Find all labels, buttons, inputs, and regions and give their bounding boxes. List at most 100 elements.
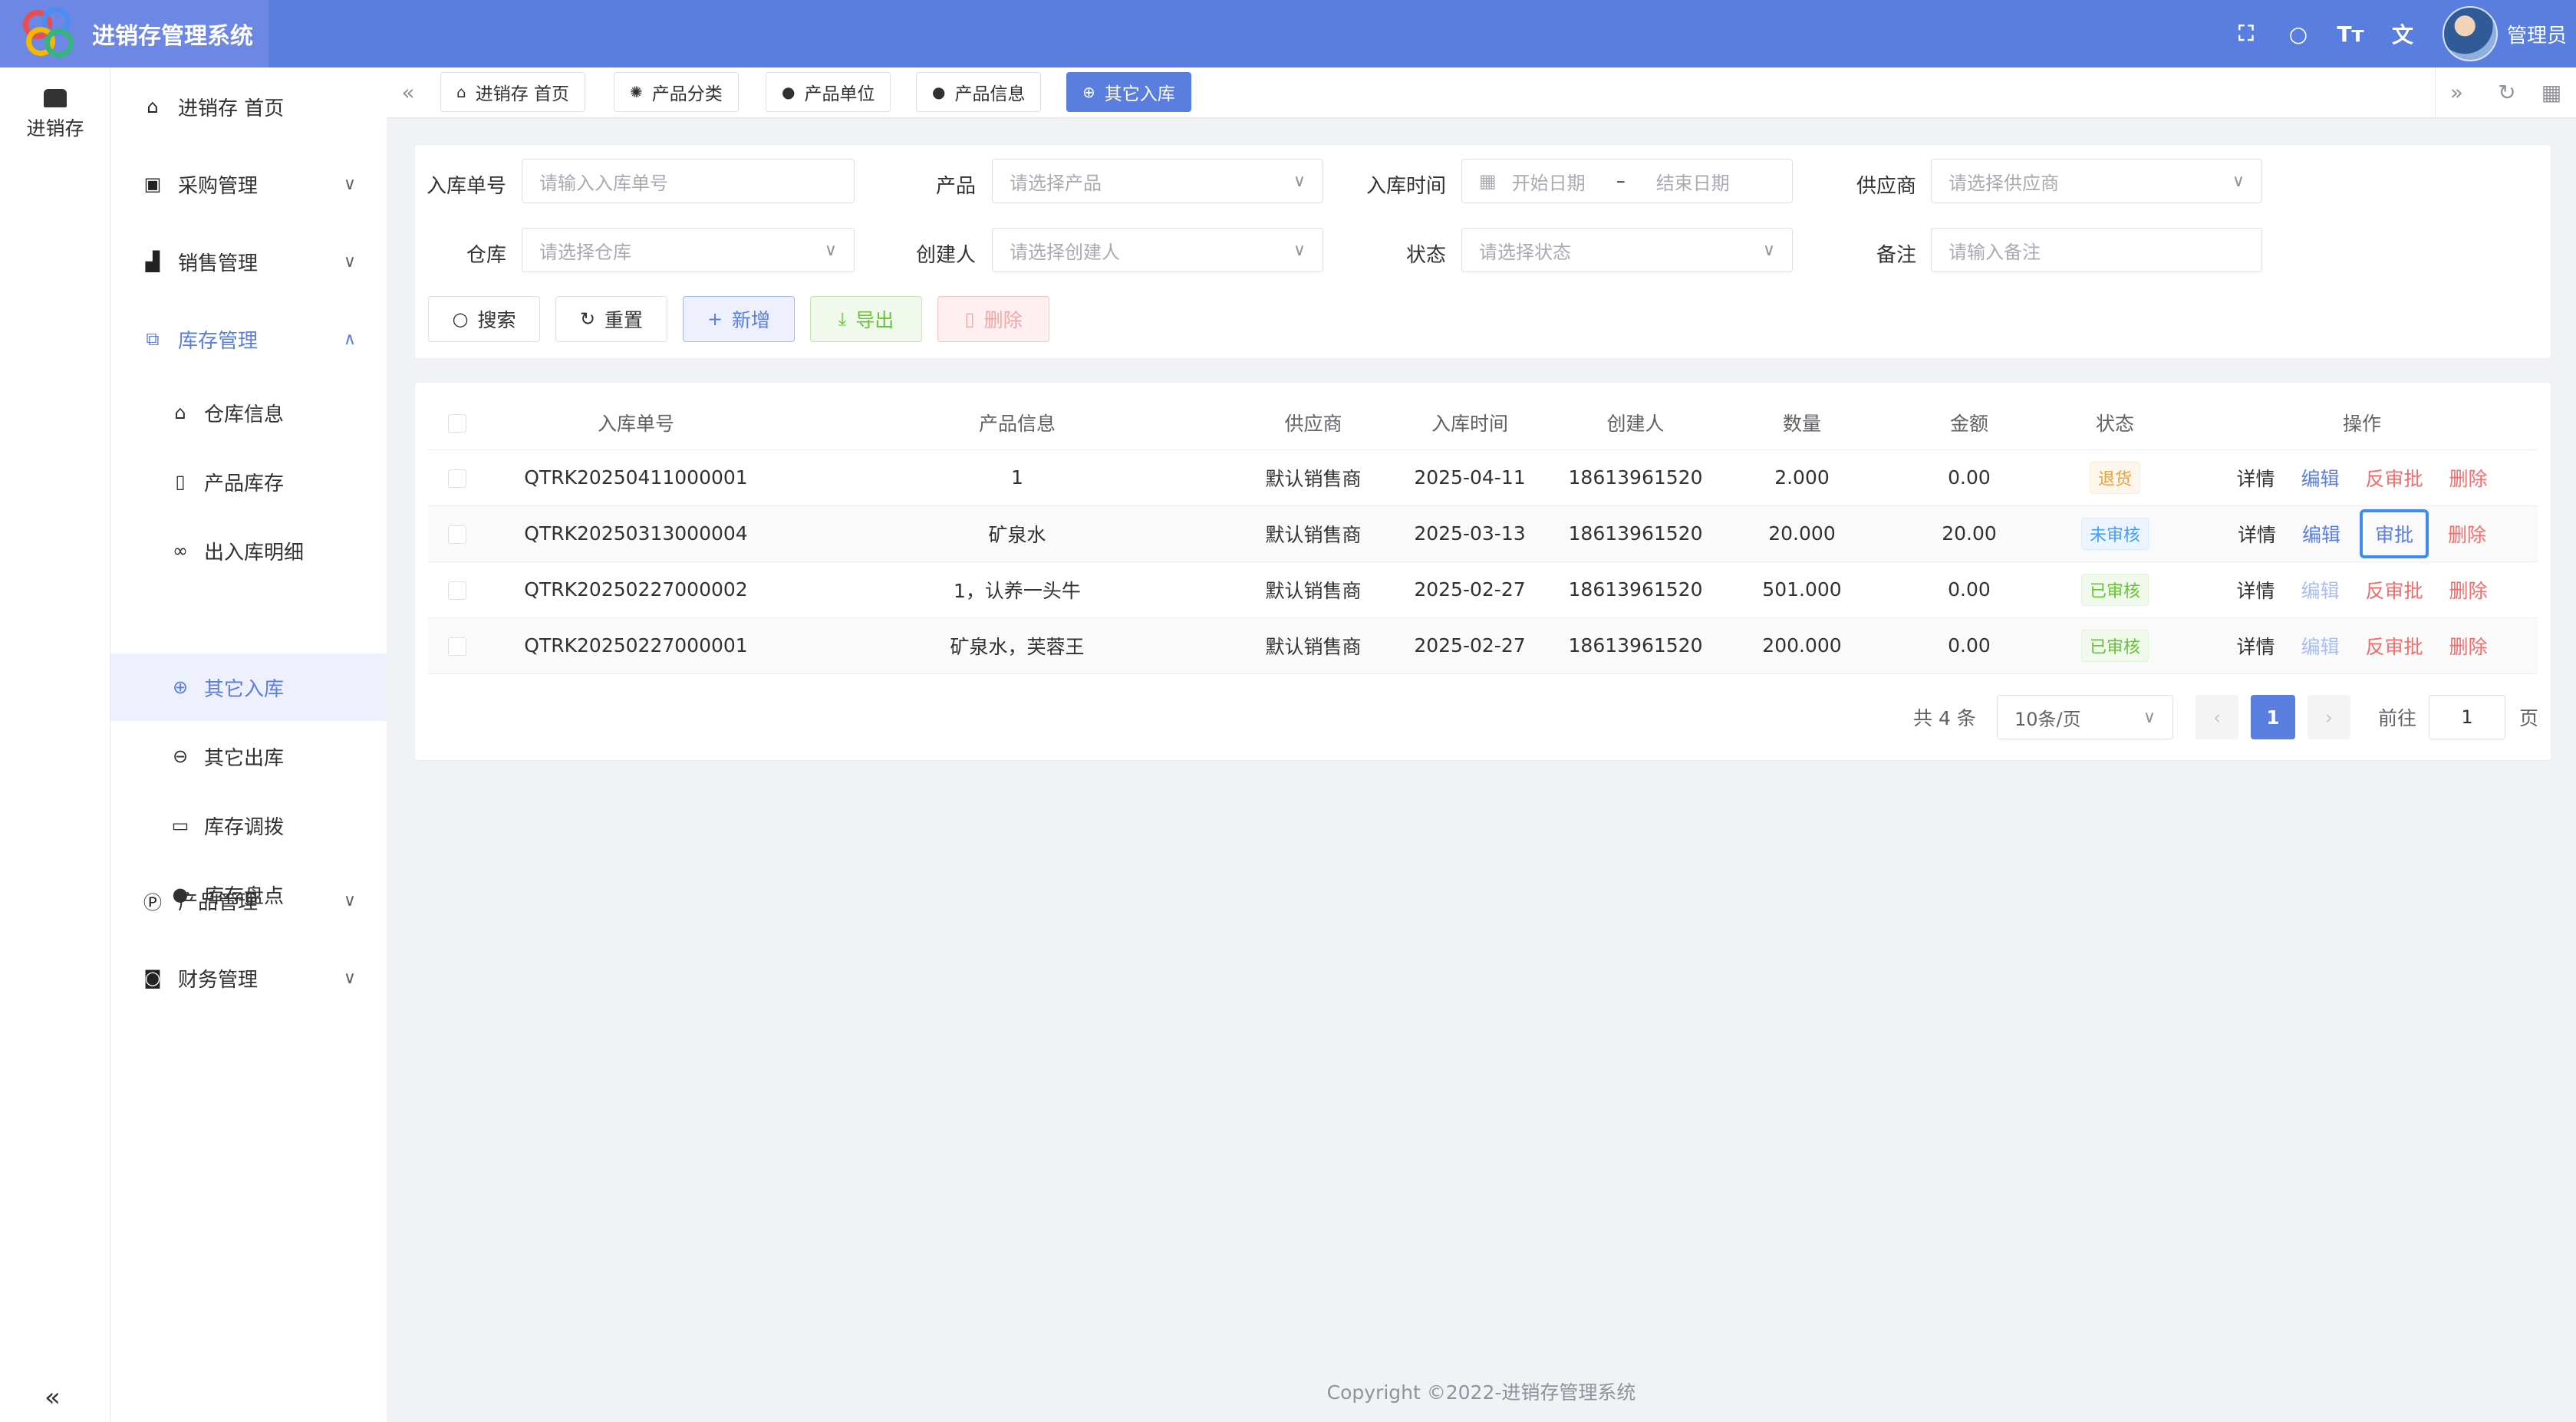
date-range-picker[interactable]: ▦ 开始日期 – 结束日期 (1461, 159, 1793, 203)
grid-menu-icon[interactable]: ▦ (2530, 67, 2573, 117)
tabs-scroll-left-icon[interactable]: « (387, 67, 430, 117)
sidebar-item-product-stock[interactable]: ▯ 产品库存 (110, 448, 387, 515)
fullscreen-icon[interactable]: ⛶ (2234, 21, 2258, 46)
col-header: 状态 (2044, 396, 2186, 450)
approve-button[interactable]: 审批 (2359, 509, 2429, 558)
creator-select[interactable]: 请选择创建人 ∨ (992, 228, 1323, 272)
detail-link[interactable]: 详情 (2238, 520, 2276, 548)
delete-link[interactable]: 删除 (2449, 632, 2487, 660)
detail-link[interactable]: 详情 (2237, 632, 2275, 660)
goto-page-input[interactable]: 1 (2429, 695, 2505, 739)
sidebar-item-product[interactable]: Ⓟ 产品管理 ∨ (110, 875, 387, 926)
row-checkbox[interactable] (428, 561, 486, 618)
sidebar-item-stock-transfer[interactable]: ▭ 库存调拨 (110, 792, 387, 859)
detail-link[interactable]: 详情 (2237, 464, 2275, 492)
cell-date: 2025-02-27 (1378, 561, 1562, 618)
sidebar-item-sales[interactable]: ▟ 销售管理 ∨ (110, 236, 387, 287)
tab-product-info[interactable]: ● 产品信息 (916, 72, 1042, 112)
tab-product-category[interactable]: ✺ 产品分类 (614, 72, 739, 112)
export-button[interactable]: ⤓ 导出 (810, 296, 922, 342)
remark-input[interactable]: 请输入备注 (1931, 228, 2262, 272)
order-no-input[interactable]: 请输入入库单号 (522, 159, 855, 203)
chevron-down-icon: ∨ (2143, 707, 2156, 727)
cell-creator: 18613961520 (1562, 617, 1709, 674)
cell-creator: 18613961520 (1562, 561, 1709, 618)
sidebar-item-label: 出入库明细 (204, 541, 305, 565)
prev-page-button[interactable]: ‹ (2196, 695, 2238, 739)
collapse-sidebar-icon[interactable]: « (44, 1382, 61, 1413)
page-number-button[interactable]: 1 (2251, 695, 2295, 739)
sidebar-item-label: 其它入库 (204, 677, 285, 701)
refresh-icon[interactable]: ↻ (2485, 67, 2528, 117)
tab-product-unit[interactable]: ● 产品单位 (766, 72, 891, 112)
chevron-down-icon: ∨ (2232, 171, 2245, 191)
unapprove-link[interactable]: 反审批 (2365, 576, 2423, 604)
page-size-value: 10条/页 (2014, 708, 2081, 730)
next-page-button[interactable]: › (2308, 695, 2350, 739)
sidebar-item-stock-detail[interactable]: ∞ 出入库明细 (110, 517, 387, 584)
edit-link[interactable]: 编辑 (2301, 464, 2340, 492)
cell-amount: 20.00 (1895, 505, 2044, 562)
cell-order-no: QTRK20250227000002 (486, 561, 786, 618)
page-size-select[interactable]: 10条/页 ∨ (1997, 695, 2173, 739)
sidebar-item-inventory[interactable]: ⧉ 库存管理 ∧ (110, 314, 387, 364)
col-header: 入库单号 (486, 396, 786, 450)
end-date-placeholder: 结束日期 (1655, 172, 1730, 194)
product-select[interactable]: 请选择产品 ∨ (992, 159, 1323, 203)
cell-amount: 0.00 (1895, 449, 2044, 506)
delete-link[interactable]: 删除 (2449, 576, 2487, 604)
cell-ops: 详情 编辑 反审批 删除 (2186, 617, 2538, 674)
edit-link[interactable]: 编辑 (2301, 576, 2340, 604)
sidebar-item-warehouse-info[interactable]: ⌂ 仓库信息 (110, 379, 387, 446)
sidebar-item-other-outbound[interactable]: ⊖ 其它出库 (110, 723, 387, 790)
unapprove-link[interactable]: 反审批 (2365, 464, 2423, 492)
delete-button[interactable]: ▯ 删除 (937, 296, 1049, 342)
search-icon[interactable]: ○ (2286, 21, 2311, 47)
copyright-footer: Copyright ©2022-进销存管理系统 (1326, 1381, 1636, 1404)
cell-creator: 18613961520 (1562, 505, 1709, 562)
detail-link[interactable]: 详情 (2237, 576, 2275, 604)
row-checkbox[interactable] (428, 449, 486, 506)
row-checkbox[interactable] (428, 617, 486, 674)
product-label: 产品 (935, 175, 976, 198)
unapprove-link[interactable]: 反审批 (2365, 632, 2423, 660)
delete-link[interactable]: 删除 (2449, 464, 2487, 492)
cell-qty: 20.000 (1709, 505, 1895, 562)
chevron-down-icon: ∨ (343, 252, 356, 272)
link-icon: ∞ (173, 540, 188, 561)
delete-link[interactable]: 删除 (2448, 520, 2486, 548)
logo-area: 进销存管理系统 (0, 0, 268, 67)
cell-product: 1，认养一头牛 (786, 561, 1249, 618)
button-label: 重置 (604, 309, 644, 331)
rail-item-inventory[interactable]: 进销存 (0, 81, 110, 141)
edit-link[interactable]: 编辑 (2301, 632, 2340, 660)
supplier-select[interactable]: 请选择供应商 ∨ (1931, 159, 2262, 203)
chevron-down-icon: ∨ (1762, 240, 1775, 260)
sidebar-item-home[interactable]: ⌂ 进销存 首页 (110, 81, 387, 132)
status-select[interactable]: 请选择状态 ∨ (1461, 228, 1793, 272)
warehouse-select[interactable]: 请选择仓库 ∨ (522, 228, 855, 272)
font-size-icon[interactable]: Tт (2337, 21, 2364, 47)
search-button[interactable]: ○ 搜索 (428, 296, 540, 342)
sidebar-item-purchase[interactable]: ▣ 采购管理 ∨ (110, 159, 387, 209)
row-checkbox[interactable] (428, 505, 486, 562)
tab-other-inbound[interactable]: ⊕ 其它入库 (1066, 72, 1191, 112)
edit-link[interactable]: 编辑 (2302, 520, 2340, 548)
tab-label: 其它入库 (1104, 84, 1175, 104)
tabs-scroll-right-icon[interactable]: » (2435, 67, 2478, 117)
chevron-right-icon: › (2325, 706, 2333, 729)
sidebar-item-finance[interactable]: ◙ 财务管理 ∨ (110, 953, 387, 1003)
user-name[interactable]: 管理员 (2507, 20, 2567, 48)
tab-home[interactable]: ⌂ 进销存 首页 (440, 72, 586, 112)
avatar[interactable] (2442, 6, 2498, 61)
translate-icon[interactable]: 文 (2390, 21, 2415, 48)
reset-button[interactable]: ↻ 重置 (555, 296, 667, 342)
chevron-down-icon: ∨ (1293, 171, 1306, 191)
sidebar-item-other-inbound[interactable]: ⊕ 其它入库 (110, 653, 387, 721)
sidebar-item-label: 仓库信息 (204, 403, 285, 426)
app-title: 进销存管理系统 (92, 23, 253, 50)
select-all-checkbox[interactable] (428, 396, 486, 450)
add-button[interactable]: + 新增 (683, 296, 795, 342)
home-icon: ⌂ (456, 83, 466, 101)
module-rail: 进销存 « (0, 67, 110, 1422)
